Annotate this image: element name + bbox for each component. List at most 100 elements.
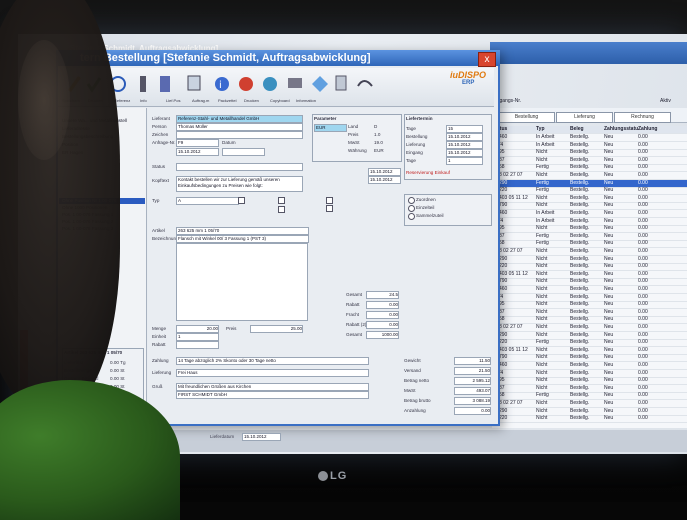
datum-field[interactable]: 15.10.2012: [176, 148, 219, 156]
toolbar-label[interactable]: Drucken: [244, 98, 259, 103]
total-left-value: 0.00: [366, 321, 399, 329]
liefertermin-row-label: Bestellung: [406, 134, 428, 139]
grid-header-cell[interactable]: Zahlung: [638, 126, 672, 133]
menge-field[interactable]: 20.00: [176, 325, 219, 333]
table-cell: 0.00: [638, 286, 648, 292]
liefertermin-row-value[interactable]: 1: [446, 157, 483, 165]
typ-field[interactable]: A: [176, 197, 239, 205]
option-checkbox-1[interactable]: [326, 197, 333, 204]
gruss-field[interactable]: Mit freundlichen Grüßen aus Kirchen: [176, 383, 369, 391]
parameter-highlight[interactable]: EUR: [314, 124, 347, 132]
liefertermin-row-value[interactable]: 15.10.2012: [446, 141, 483, 149]
table-cell: Bestellg.: [570, 400, 590, 406]
typ-checkbox[interactable]: [238, 197, 245, 204]
tab-rechnung[interactable]: Rechnung: [614, 112, 671, 123]
person-label: Person: [152, 124, 167, 129]
table-cell: Nicht: [536, 263, 548, 270]
parameter-row-value: EUR: [374, 148, 384, 153]
toolbar-icons[interactable]: i: [62, 72, 442, 96]
person-field[interactable]: Thomas Müller: [176, 123, 303, 131]
table-cell: Neu: [604, 134, 614, 140]
table-cell: In Arbeit: [536, 141, 555, 148]
table-cell: Bestellg.: [570, 339, 590, 346]
table-cell: Bestellg.: [570, 217, 590, 224]
grid-header-cell[interactable]: Beleg: [570, 126, 604, 133]
lieferant-field[interactable]: Referenz-Stahl- und Metallhandel GmbH: [176, 115, 303, 123]
datum-field-2[interactable]: [222, 148, 265, 156]
lieferung-field[interactable]: Frei Haus: [176, 369, 369, 377]
zeichen-field[interactable]: [176, 131, 303, 139]
table-cell: Neu: [604, 392, 614, 399]
radio-button[interactable]: [408, 197, 415, 204]
table-cell: Neu: [604, 270, 614, 277]
close-button[interactable]: x: [478, 52, 496, 67]
parameter-row-label: Land: [348, 124, 359, 129]
date-field-b[interactable]: 15.10.2012: [368, 176, 401, 184]
toolbar-label[interactable]: Lief.Pos: [166, 98, 180, 103]
zahlung-field[interactable]: 14 Tage abzüglich 2% Skonto oder 30 Tage…: [176, 357, 369, 365]
table-cell: Nicht: [536, 202, 548, 209]
table-cell: Nicht: [536, 156, 548, 163]
typ-checkbox-3[interactable]: [278, 206, 285, 213]
grid-header-cell[interactable]: Typ: [536, 126, 570, 133]
table-cell: Nicht: [536, 400, 548, 406]
option-checkbox-2[interactable]: [326, 205, 333, 212]
table-cell: 0.00: [638, 225, 648, 232]
table-cell: Bestellg.: [570, 240, 590, 247]
table-cell: Neu: [604, 187, 614, 194]
liefertermin-row-value[interactable]: 15.10.2012: [446, 149, 483, 157]
tab-bestellung[interactable]: Bestellung: [498, 112, 555, 123]
table-cell: Nicht: [536, 346, 548, 353]
table-cell: Fertig: [536, 179, 549, 186]
table-cell: Neu: [604, 377, 614, 384]
gruss-field-2[interactable]: FIRST SCHMIDT GmbH: [176, 391, 369, 399]
total-left-value: 0.00: [366, 311, 399, 319]
status-field[interactable]: [176, 163, 303, 171]
liefertermin-row-value[interactable]: 15: [446, 125, 483, 133]
rabatt-field[interactable]: [176, 341, 219, 349]
menge-label: Menge: [152, 326, 167, 331]
typ-checkbox-2[interactable]: [278, 197, 285, 204]
tab-lieferung[interactable]: Lieferung: [556, 112, 613, 123]
table-cell: Nicht: [536, 316, 548, 323]
table-cell: Neu: [604, 248, 614, 254]
date-field-a[interactable]: 15.10.2012: [368, 168, 401, 176]
toolbar-label[interactable]: Packzettel: [218, 98, 236, 103]
zahlung-label: Zahlung: [152, 358, 169, 363]
bezeichnung-field[interactable]: Flansch mit Winkel 00/ 3 Fassung 1 (PST …: [176, 235, 309, 243]
parameter-row-label: Währung: [348, 148, 367, 153]
aktiv-label[interactable]: Aktiv: [660, 98, 671, 104]
bezeichnung-label: Bezeichnung: [152, 236, 179, 241]
table-cell: Nicht: [536, 286, 548, 292]
grid-header-cell[interactable]: Zahlungsstatus: [604, 126, 638, 133]
toolbar-label[interactable]: Referenz: [114, 98, 130, 103]
liefertermin-row-value[interactable]: 15.10.2012: [446, 133, 483, 141]
table-cell: Nicht: [536, 331, 548, 338]
anfrage-field[interactable]: F9: [176, 139, 219, 147]
radio-button[interactable]: [408, 205, 415, 212]
toolbar-label[interactable]: Auftrag.m: [192, 98, 209, 103]
total-right-value: 11.50: [454, 357, 491, 365]
tool-icon: [140, 76, 146, 92]
table-cell: In Arbeit: [536, 217, 555, 224]
total-left-label: Rabatt (2): [346, 322, 367, 327]
toolbar-label[interactable]: Information: [296, 98, 316, 103]
info-icon: i: [215, 77, 229, 91]
bottom-date-field[interactable]: 15.10.2012: [242, 433, 281, 441]
toolbar-label[interactable]: Copyboard: [270, 98, 290, 103]
toolbar-label[interactable]: Info: [140, 98, 147, 103]
table-cell: 0.00: [638, 316, 648, 323]
liefertermin-row-label: Eingang: [406, 150, 423, 155]
radio-button[interactable]: [408, 213, 415, 220]
preis-field[interactable]: 25.00: [250, 325, 303, 333]
artikel-field[interactable]: 263 625 mm 1 05/70: [176, 227, 309, 235]
table-cell: 0.00: [638, 324, 648, 330]
help-icon: [239, 77, 253, 91]
position-text-area[interactable]: [176, 243, 308, 321]
table-row[interactable]: 1/3220NichtBestellg.Neu0.00: [492, 415, 687, 424]
einheit-field[interactable]: 1: [176, 333, 219, 341]
table-cell: Neu: [604, 278, 614, 285]
kopftext-field[interactable]: Kontakt bestellen wir zur Lieferung gemä…: [176, 176, 303, 192]
table-cell: Bestellg.: [570, 156, 590, 163]
radio-label: Zuordnen: [416, 197, 436, 202]
